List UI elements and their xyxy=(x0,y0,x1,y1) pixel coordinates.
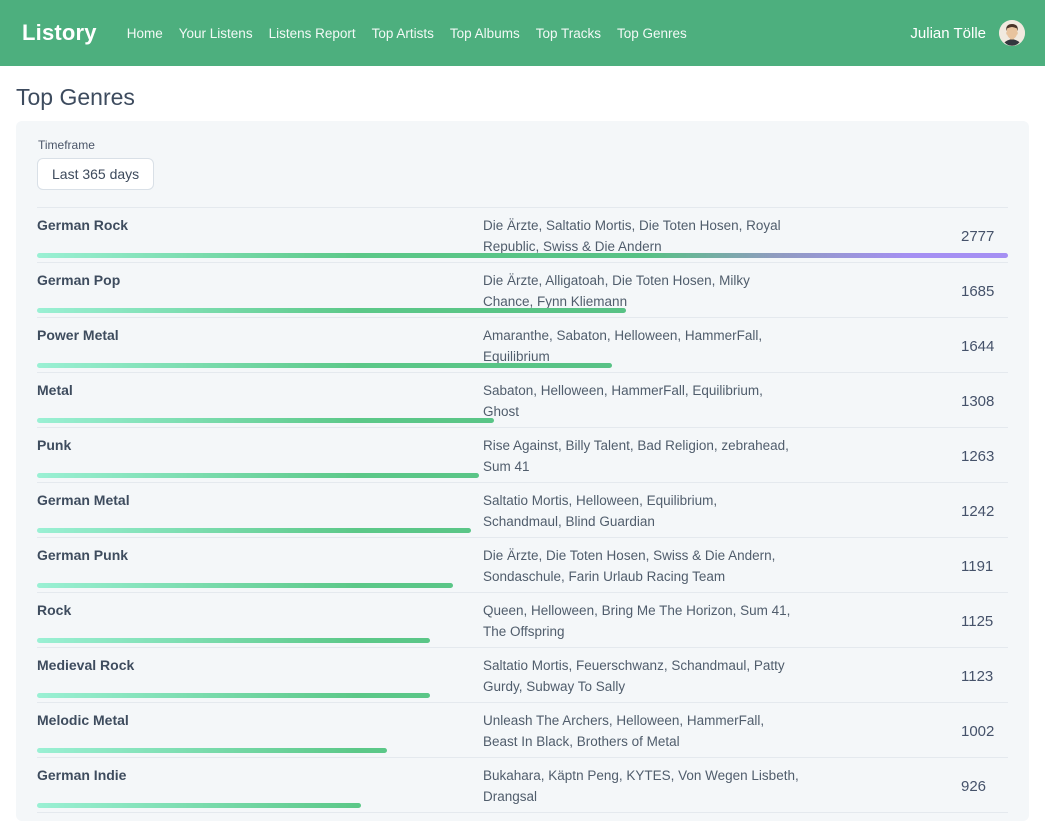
navbar: Listory HomeYour ListensListens ReportTo… xyxy=(0,0,1045,66)
nav-item-top-genres[interactable]: Top Genres xyxy=(609,20,695,47)
genre-progress-bar xyxy=(37,748,387,753)
timeframe-filter: Timeframe Last 365 days xyxy=(37,138,1008,190)
genre-row: German Metal Saltatio Mortis, Helloween,… xyxy=(37,483,1008,538)
genre-progress-bar xyxy=(37,418,494,423)
genre-top-artists: Queen, Helloween, Bring Me The Horizon, … xyxy=(483,600,799,642)
genre-name: Medieval Rock xyxy=(37,655,483,697)
genre-row: German Pop Die Ärzte, Alligatoah, Die To… xyxy=(37,263,1008,318)
user-name[interactable]: Julian Tölle xyxy=(910,25,986,42)
nav-item-home[interactable]: Home xyxy=(119,20,171,47)
genre-progress-bar xyxy=(37,638,430,643)
genre-row: Punk Rise Against, Billy Talent, Bad Rel… xyxy=(37,428,1008,483)
nav-links: HomeYour ListensListens ReportTop Artist… xyxy=(119,20,911,47)
genre-progress-bar xyxy=(37,363,612,368)
genre-progress-bar xyxy=(37,693,430,698)
timeframe-label: Timeframe xyxy=(38,138,1008,152)
genre-name: German Rock xyxy=(37,215,483,257)
nav-item-top-artists[interactable]: Top Artists xyxy=(364,20,442,47)
brand-logo[interactable]: Listory xyxy=(22,20,97,46)
genre-top-artists: Die Ärzte, Alligatoah, Die Toten Hosen, … xyxy=(483,270,799,312)
genre-top-artists: Die Ärzte, Die Toten Hosen, Swiss & Die … xyxy=(483,545,799,587)
genre-row: Melodic Metal Unleash The Archers, Hello… xyxy=(37,703,1008,758)
genre-progress-bar xyxy=(37,253,1008,258)
nav-item-top-tracks[interactable]: Top Tracks xyxy=(528,20,609,47)
user-photo-icon xyxy=(999,20,1025,46)
top-genres-card: Timeframe Last 365 days German Rock Die … xyxy=(16,121,1029,821)
genre-name: German Pop xyxy=(37,270,483,312)
genre-name: Metal xyxy=(37,380,483,422)
user-menu: Julian Tölle xyxy=(910,20,1025,46)
genre-listen-count: 1685 xyxy=(961,283,1008,300)
genre-listen-count: 1123 xyxy=(961,668,1008,685)
genre-name: Punk xyxy=(37,435,483,477)
nav-item-listens-report[interactable]: Listens Report xyxy=(261,20,364,47)
genre-listen-count: 926 xyxy=(961,778,1008,795)
nav-item-your-listens[interactable]: Your Listens xyxy=(171,20,261,47)
genre-top-artists: Saltatio Mortis, Feuerschwanz, Schandmau… xyxy=(483,655,799,697)
genre-listen-count: 1308 xyxy=(961,393,1008,410)
genre-name: German Metal xyxy=(37,490,483,532)
genre-row: German Indie Bukahara, Käptn Peng, KYTES… xyxy=(37,758,1008,813)
genre-listen-count: 1125 xyxy=(961,613,1008,630)
user-avatar[interactable] xyxy=(999,20,1025,46)
genre-name: German Punk xyxy=(37,545,483,587)
page-title: Top Genres xyxy=(0,66,1045,121)
genre-listen-count: 1002 xyxy=(961,723,1008,740)
genre-top-artists: Bukahara, Käptn Peng, KYTES, Von Wegen L… xyxy=(483,765,799,807)
genre-row: Power Metal Amaranthe, Sabaton, Hellowee… xyxy=(37,318,1008,373)
genre-name: Melodic Metal xyxy=(37,710,483,752)
genre-top-artists: Die Ärzte, Saltatio Mortis, Die Toten Ho… xyxy=(483,215,799,257)
genre-row: Rock Queen, Helloween, Bring Me The Hori… xyxy=(37,593,1008,648)
nav-item-top-albums[interactable]: Top Albums xyxy=(442,20,528,47)
genre-listen-count: 2777 xyxy=(961,228,1008,245)
genre-progress-bar xyxy=(37,473,479,478)
genre-progress-bar xyxy=(37,803,361,808)
genre-name: Power Metal xyxy=(37,325,483,367)
genre-name: German Indie xyxy=(37,765,483,807)
genre-listen-count: 1242 xyxy=(961,503,1008,520)
genre-row: German Rock Die Ärzte, Saltatio Mortis, … xyxy=(37,208,1008,263)
timeframe-select[interactable]: Last 365 days xyxy=(37,158,154,190)
genre-row: Medieval Rock Saltatio Mortis, Feuerschw… xyxy=(37,648,1008,703)
genre-row: German Punk Die Ärzte, Die Toten Hosen, … xyxy=(37,538,1008,593)
genre-top-artists: Sabaton, Helloween, HammerFall, Equilibr… xyxy=(483,380,799,422)
genre-list: German Rock Die Ärzte, Saltatio Mortis, … xyxy=(37,207,1008,813)
genre-row: Metal Sabaton, Helloween, HammerFall, Eq… xyxy=(37,373,1008,428)
genre-top-artists: Saltatio Mortis, Helloween, Equilibrium,… xyxy=(483,490,799,532)
genre-top-artists: Amaranthe, Sabaton, Helloween, HammerFal… xyxy=(483,325,799,367)
genre-top-artists: Rise Against, Billy Talent, Bad Religion… xyxy=(483,435,799,477)
genre-listen-count: 1191 xyxy=(961,558,1008,575)
genre-listen-count: 1263 xyxy=(961,448,1008,465)
genre-progress-bar xyxy=(37,308,626,313)
genre-top-artists: Unleash The Archers, Helloween, HammerFa… xyxy=(483,710,799,752)
genre-progress-bar xyxy=(37,583,453,588)
genre-progress-bar xyxy=(37,528,471,533)
genre-listen-count: 1644 xyxy=(961,338,1008,355)
genre-name: Rock xyxy=(37,600,483,642)
